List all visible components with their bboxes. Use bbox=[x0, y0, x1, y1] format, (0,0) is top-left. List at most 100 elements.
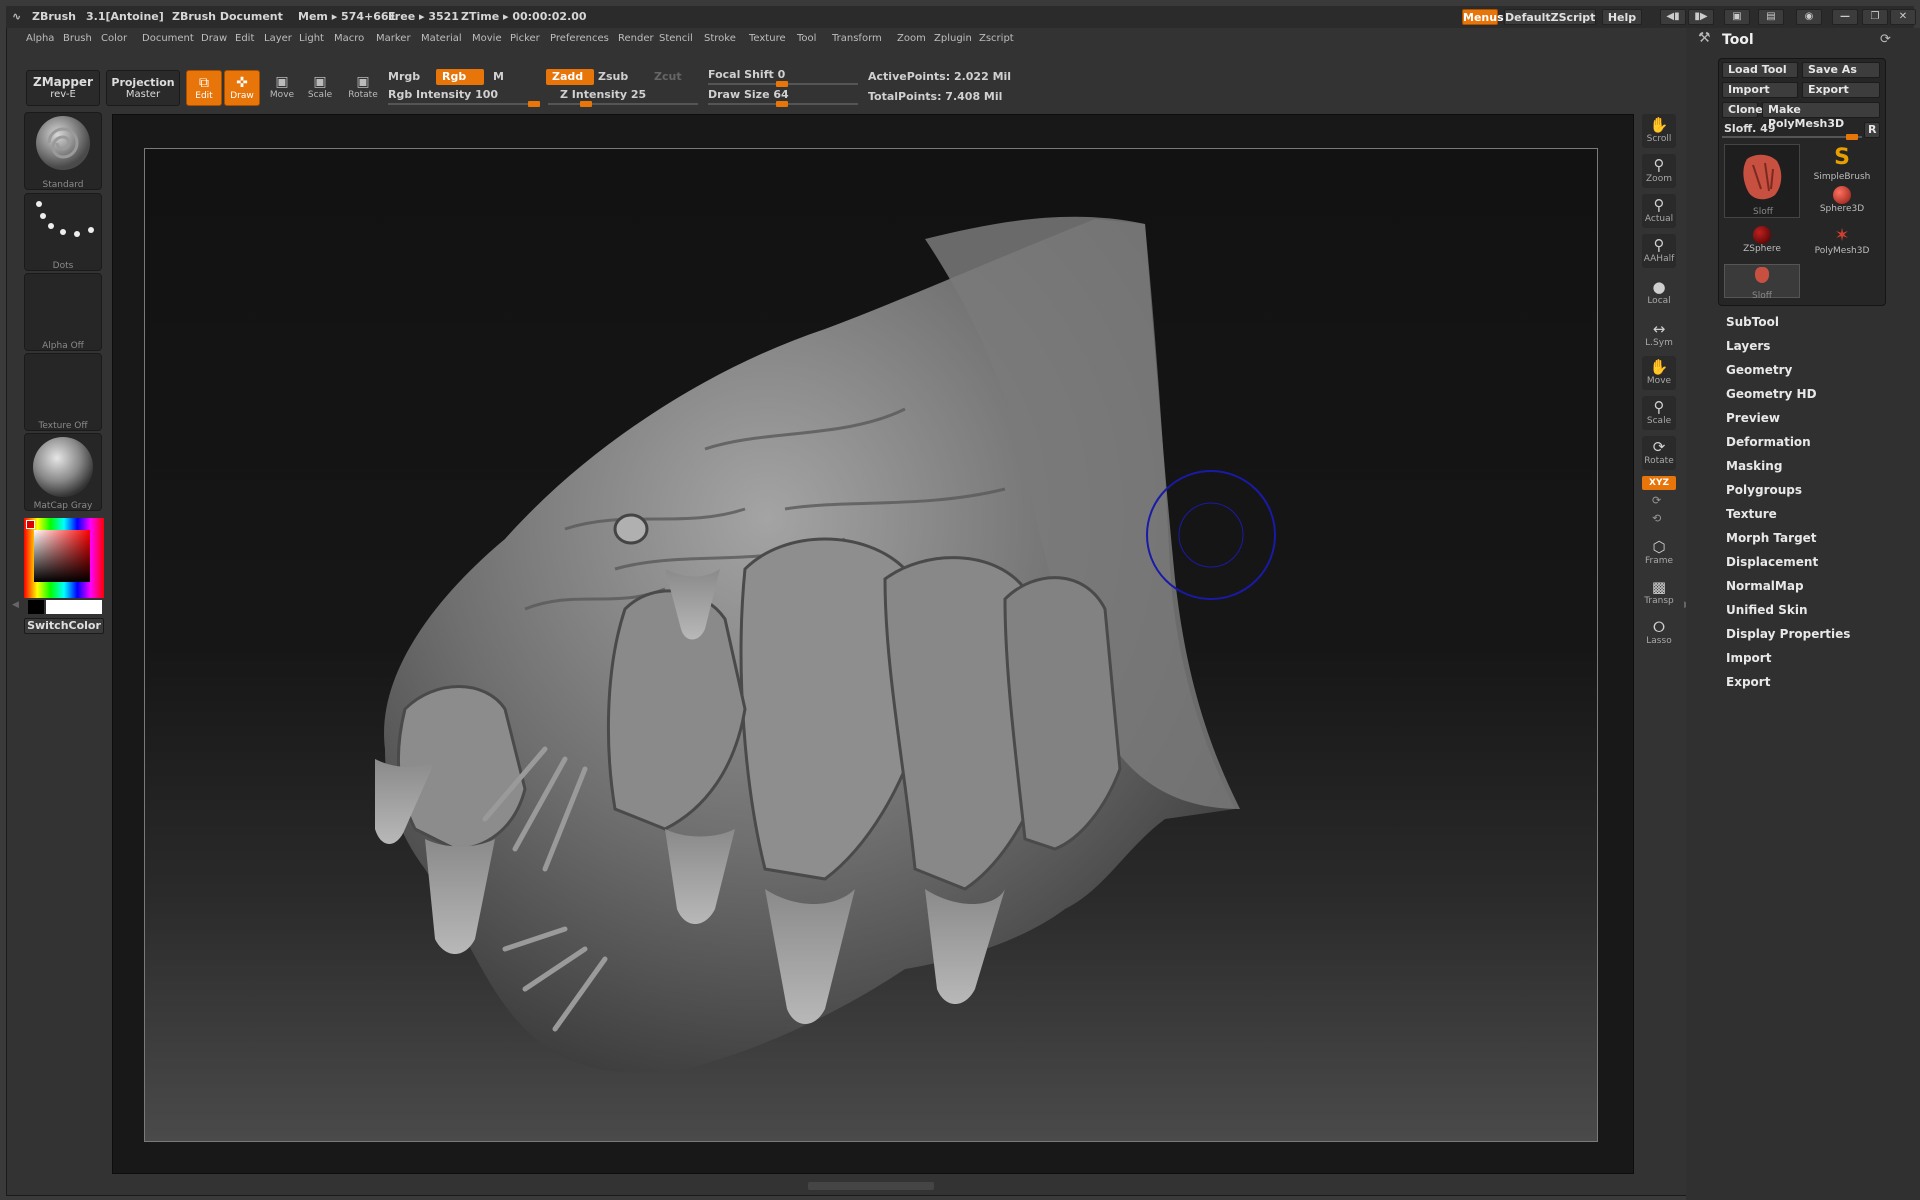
subpalette-geometry[interactable]: Geometry bbox=[1726, 363, 1792, 377]
menu-edit[interactable]: Edit bbox=[235, 33, 254, 44]
menu-zplugin[interactable]: Zplugin bbox=[934, 33, 972, 44]
clone-button[interactable]: Clone bbox=[1722, 102, 1763, 118]
actual-button[interactable]: ⚲ Actual bbox=[1642, 194, 1676, 228]
move-button[interactable]: ▣ Move bbox=[264, 70, 300, 106]
subpalette-export[interactable]: Export bbox=[1726, 675, 1770, 689]
rgb-toggle[interactable]: Rgb bbox=[436, 69, 484, 85]
minimize-icon[interactable]: — bbox=[1832, 9, 1858, 25]
import-button[interactable]: Import bbox=[1722, 82, 1798, 98]
menu-stroke[interactable]: Stroke bbox=[704, 33, 736, 44]
z-intensity-handle[interactable] bbox=[580, 101, 592, 107]
menu-zoom[interactable]: Zoom bbox=[897, 33, 926, 44]
subpalette-polygroups[interactable]: Polygroups bbox=[1726, 483, 1802, 497]
main-color-swatch[interactable] bbox=[46, 600, 102, 614]
document-canvas[interactable] bbox=[144, 148, 1598, 1142]
z-intensity-slider[interactable] bbox=[548, 101, 698, 107]
current-tool-thumbnail[interactable]: Sloff bbox=[1724, 144, 1800, 218]
subpalette-texture[interactable]: Texture bbox=[1726, 507, 1777, 521]
scale-view-button[interactable]: ⚲ Scale bbox=[1642, 396, 1676, 430]
menu-transform[interactable]: Transform bbox=[832, 33, 882, 44]
stroke-selector[interactable]: Dots bbox=[24, 193, 102, 271]
palette-reset-icon[interactable]: ⟳ bbox=[1880, 32, 1891, 47]
menu-document[interactable]: Document bbox=[142, 33, 194, 44]
switch-color-button[interactable]: SwitchColor bbox=[24, 618, 104, 634]
frame-button[interactable]: ⬡ Frame bbox=[1642, 536, 1676, 570]
subpalette-unified-skin[interactable]: Unified Skin bbox=[1726, 603, 1807, 617]
sphere3d-tool[interactable]: Sphere3D bbox=[1804, 186, 1880, 214]
brush-selector[interactable]: Standard bbox=[24, 112, 102, 190]
menu-movie[interactable]: Movie bbox=[472, 33, 502, 44]
material-selector[interactable]: MatCap Gray bbox=[24, 433, 102, 511]
aahalf-button[interactable]: ⚲ AAHalf bbox=[1642, 234, 1676, 268]
layout-1-icon[interactable]: ▣ bbox=[1724, 9, 1750, 25]
restore-icon[interactable]: ❐ bbox=[1862, 9, 1888, 25]
menu-texture[interactable]: Texture bbox=[749, 33, 786, 44]
menu-picker[interactable]: Picker bbox=[510, 33, 540, 44]
scroll-button[interactable]: ✋ Scroll bbox=[1642, 114, 1676, 148]
focal-shift-handle[interactable] bbox=[776, 81, 788, 87]
menu-marker[interactable]: Marker bbox=[376, 33, 411, 44]
rgb-intensity-slider[interactable] bbox=[388, 101, 540, 107]
simplebrush-tool[interactable]: S SimpleBrush bbox=[1804, 144, 1880, 182]
lasso-button[interactable]: ⭘ Lasso bbox=[1642, 616, 1676, 650]
tool-slider[interactable] bbox=[1722, 134, 1862, 140]
menu-render[interactable]: Render bbox=[618, 33, 654, 44]
export-button[interactable]: Export bbox=[1802, 82, 1880, 98]
focal-shift-slider[interactable] bbox=[708, 81, 858, 87]
lock-icon[interactable]: ◉ bbox=[1796, 9, 1822, 25]
mrgb-toggle[interactable]: Mrgb bbox=[388, 70, 420, 83]
texture-selector[interactable]: Texture Off bbox=[24, 353, 102, 431]
subpalette-geometry-hd[interactable]: Geometry HD bbox=[1726, 387, 1817, 401]
menu-color[interactable]: Color bbox=[101, 33, 127, 44]
lsym-button[interactable]: ↔ L.Sym bbox=[1642, 318, 1676, 352]
prev-layout-icon[interactable]: ◀▮ bbox=[1660, 9, 1686, 25]
menu-stencil[interactable]: Stencil bbox=[659, 33, 693, 44]
subpalette-displacement[interactable]: Displacement bbox=[1726, 555, 1818, 569]
tool-slider-handle[interactable] bbox=[1846, 134, 1858, 140]
rotate-y-icon[interactable]: ⟳ bbox=[1652, 494, 1661, 507]
r-button[interactable]: R bbox=[1864, 122, 1880, 138]
draw-size-handle[interactable] bbox=[776, 101, 788, 107]
zoom-button[interactable]: ⚲ Zoom bbox=[1642, 154, 1676, 188]
menu-preferences[interactable]: Preferences bbox=[550, 33, 609, 44]
layout-2-icon[interactable]: ▤ bbox=[1758, 9, 1784, 25]
zcut-toggle[interactable]: Zcut bbox=[654, 70, 682, 83]
close-icon[interactable]: ✕ bbox=[1890, 9, 1916, 25]
zsub-toggle[interactable]: Zsub bbox=[598, 70, 628, 83]
default-zscript-button[interactable]: DefaultZScript bbox=[1504, 9, 1596, 25]
subpalette-subtool[interactable]: SubTool bbox=[1726, 315, 1779, 329]
color-picker[interactable] bbox=[24, 518, 104, 598]
load-tool-button[interactable]: Load Tool bbox=[1722, 62, 1798, 78]
next-layout-icon[interactable]: ▮▶ bbox=[1688, 9, 1714, 25]
sloff-tool-slot[interactable]: Sloff bbox=[1724, 264, 1800, 301]
menu-zscript[interactable]: Zscript bbox=[979, 33, 1014, 44]
menu-draw[interactable]: Draw bbox=[201, 33, 227, 44]
secondary-color-swatch[interactable] bbox=[28, 600, 44, 614]
m-toggle[interactable]: M bbox=[493, 70, 504, 83]
draw-button[interactable]: ✜ Draw bbox=[224, 70, 260, 106]
subpalette-display-properties[interactable]: Display Properties bbox=[1726, 627, 1850, 641]
menu-brush[interactable]: Brush bbox=[63, 33, 92, 44]
subpalette-deformation[interactable]: Deformation bbox=[1726, 435, 1811, 449]
tool-palette-title[interactable]: Tool bbox=[1722, 32, 1754, 48]
make-polymesh3d-button[interactable]: Make PolyMesh3D bbox=[1762, 102, 1880, 130]
rgb-intensity-handle[interactable] bbox=[528, 101, 540, 107]
zsphere-tool[interactable]: ZSphere bbox=[1724, 226, 1800, 254]
move-view-button[interactable]: ✋ Move bbox=[1642, 356, 1676, 390]
subpalette-preview[interactable]: Preview bbox=[1726, 411, 1780, 425]
sculpt-model[interactable] bbox=[145, 149, 1597, 1141]
transp-button[interactable]: ▩ Transp bbox=[1642, 576, 1676, 610]
save-as-button[interactable]: Save As bbox=[1802, 62, 1880, 78]
projection-master-button[interactable]: Projection Master bbox=[106, 70, 180, 106]
rotate-z-icon[interactable]: ⟲ bbox=[1652, 512, 1661, 525]
subpalette-normalmap[interactable]: NormalMap bbox=[1726, 579, 1804, 593]
polymesh3d-tool[interactable]: ✶ PolyMesh3D bbox=[1804, 226, 1880, 257]
draw-size-slider[interactable] bbox=[708, 101, 858, 107]
rotate-view-button[interactable]: ⟳ Rotate bbox=[1642, 436, 1676, 470]
scale-button[interactable]: ▣ Scale bbox=[302, 70, 338, 106]
subpalette-morph-target[interactable]: Morph Target bbox=[1726, 531, 1817, 545]
menu-alpha[interactable]: Alpha bbox=[26, 33, 54, 44]
left-tray-arrow-icon[interactable]: ◀ bbox=[12, 600, 19, 620]
bottom-tray-handle[interactable] bbox=[808, 1182, 934, 1190]
menu-macro[interactable]: Macro bbox=[334, 33, 364, 44]
